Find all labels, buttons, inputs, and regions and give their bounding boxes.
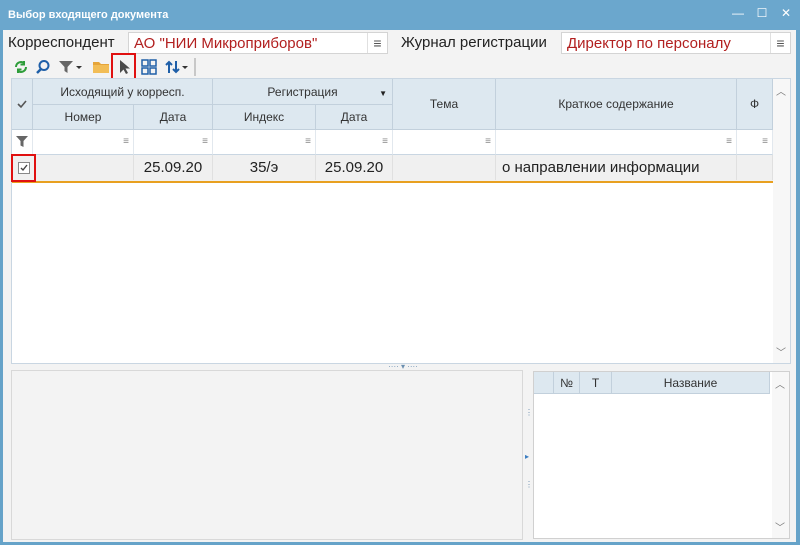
layout-icon[interactable] [139,56,159,78]
registration-group-header[interactable]: Регистрация ▼ [213,79,393,105]
filter-out-date[interactable]: ≡ [134,130,213,155]
correspondent-field[interactable]: АО "НИИ Микроприборов" ≡ [128,32,388,54]
journal-menu-icon[interactable]: ≡ [770,33,790,53]
filter-reg-date[interactable]: ≡ [316,130,393,155]
correspondent-label: Корреспондент [8,34,115,51]
col-header-t[interactable]: Т [580,372,612,394]
filter-number[interactable]: ≡ [33,130,134,155]
select-pointer-icon [119,59,130,74]
correspondent-menu-icon[interactable]: ≡ [367,33,387,53]
dialog-client-area: Корреспондент АО "НИИ Микроприборов" ≡ Ж… [3,30,796,542]
select-pointer-button[interactable] [111,53,136,80]
attachments-list[interactable]: № Т Название ︿ ﹀ [533,371,790,539]
col-header-f[interactable]: Ф [737,79,773,130]
scroll-down-icon[interactable]: ﹀ [775,519,785,534]
scroll-up-icon[interactable]: ︿ [776,83,786,98]
filter-out-date-menu-icon[interactable]: ≡ [202,136,208,147]
cell-f [737,155,773,180]
checkmark-icon [20,164,28,172]
filter-f[interactable]: ≡ [737,130,773,155]
dialog-window: Выбор входящего документа — ☐ ✕ Корреспо… [0,0,800,545]
refresh-icon[interactable] [11,56,31,78]
filter-f-menu-icon[interactable]: ≡ [762,136,768,147]
maximize-button[interactable]: ☐ [750,4,774,22]
cell-topic [393,155,496,180]
title-bar[interactable]: Выбор входящего документа — ☐ ✕ [0,0,800,30]
close-button[interactable]: ✕ [774,4,798,22]
splitter-dots-bottom-icon: ⋮ [525,480,533,489]
row-checkbox[interactable] [18,162,30,174]
window-title: Выбор входящего документа [8,9,169,21]
sort-desc-icon: ▼ [379,89,387,98]
col-header-name[interactable]: Название [612,372,770,394]
col-header-summary[interactable]: Краткое содержание [496,79,737,130]
cell-reg-date: 25.09.20 [316,155,393,180]
toolbar [11,53,211,80]
registration-group-label: Регистрация [267,84,338,99]
filter-reg-date-menu-icon[interactable]: ≡ [382,136,388,147]
col-header-out-date[interactable]: Дата [134,105,213,130]
preview-panel [11,370,523,540]
attachments-scrollbar[interactable]: ︿ ﹀ [772,372,789,538]
col-header-reg-date[interactable]: Дата [316,105,393,130]
row-checkbox-highlight[interactable] [11,154,36,182]
journal-label: Журнал регистрации [401,34,547,51]
outgoing-group-header: Исходящий у корресп. [33,79,213,105]
filter-summary[interactable]: ≡ [496,130,737,155]
col-header-number[interactable]: Номер [33,105,134,130]
filter-row-indicator [12,130,33,155]
checkmark-icon [17,100,27,109]
journal-field[interactable]: Директор по персоналу ≡ [561,32,791,54]
search-icon[interactable] [33,56,53,78]
documents-grid[interactable]: Исходящий у корресп. Регистрация ▼ Номер… [11,78,791,364]
filter-icon [16,136,28,147]
filter-number-menu-icon[interactable]: ≡ [123,136,129,147]
vertical-splitter[interactable]: ⋮ ▸ ⋮ [524,408,533,510]
filter-index-menu-icon[interactable]: ≡ [305,136,311,147]
col-header-topic[interactable]: Тема [393,79,496,130]
cell-summary: о направлении информации [496,155,737,180]
correspondent-value: АО "НИИ Микроприборов" [134,35,318,52]
filter-index[interactable]: ≡ [213,130,316,155]
toolbar-separator [194,58,196,76]
col-header-no[interactable]: № [554,372,580,394]
cell-number [36,155,134,180]
grid-scrollbar[interactable]: ︿ ﹀ [773,79,790,363]
filter-topic-menu-icon[interactable]: ≡ [485,136,491,147]
filter-dropdown-icon[interactable] [57,56,85,78]
splitter-arrow-icon[interactable]: ▸ [525,452,529,461]
filter-summary-menu-icon[interactable]: ≡ [726,136,732,147]
cell-out-date: 25.09.20 [134,155,213,180]
attachments-corner-header [534,372,554,394]
select-all-header[interactable] [12,79,33,130]
journal-value: Директор по персоналу [567,35,731,52]
table-row[interactable]: 25.09.20 35/э 25.09.20 о направлении инф… [11,154,773,183]
scroll-down-icon[interactable]: ﹀ [776,344,786,359]
col-header-index[interactable]: Индекс [213,105,316,130]
folder-icon[interactable] [91,56,111,78]
scroll-up-icon[interactable]: ︿ [775,376,785,391]
sort-dropdown-icon[interactable] [163,56,191,78]
cell-index: 35/э [213,155,316,180]
splitter-dots-top-icon: ⋮ [525,408,533,417]
minimize-button[interactable]: — [726,4,750,22]
filter-topic[interactable]: ≡ [393,130,496,155]
